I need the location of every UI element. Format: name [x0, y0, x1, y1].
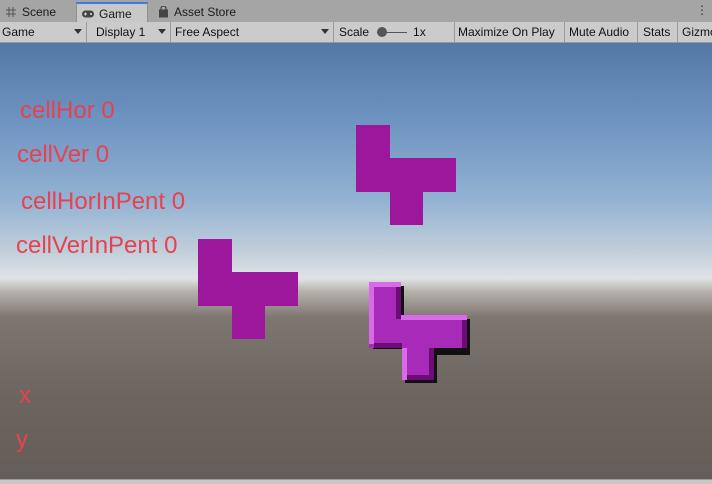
more-options-icon[interactable]: ⋮	[696, 3, 708, 17]
mute-audio-label: Mute Audio	[569, 25, 630, 39]
scale-label: Scale	[339, 25, 370, 39]
stats-toggle[interactable]: Stats	[638, 22, 678, 42]
tab-scene[interactable]: Scene	[0, 2, 76, 22]
display-select[interactable]: Display 1	[92, 22, 171, 42]
game-view-toolbar: Game Display 1 Free Aspect Scale 1x Maxi…	[0, 22, 712, 43]
cell-ver-text: cellVer 0	[17, 141, 110, 168]
pentomino-piece-left	[198, 239, 298, 339]
aspect-select-value: Free Aspect	[175, 25, 240, 39]
stats-label: Stats	[643, 25, 671, 39]
aspect-select[interactable]: Free Aspect	[171, 22, 334, 42]
gizmos-label: Gizmos	[682, 25, 712, 39]
display-select-value: Display 1	[96, 25, 146, 39]
gizmos-toggle[interactable]: Gizmos	[678, 22, 712, 42]
scale-slider-knob[interactable]	[377, 27, 388, 37]
store-bag-icon	[156, 6, 170, 18]
window-tab-strip: Scene Game Asset Store ⋮	[0, 0, 712, 23]
mute-audio-toggle[interactable]: Mute Audio	[565, 22, 638, 42]
chevron-down-icon	[158, 29, 166, 34]
maximize-on-play-toggle[interactable]: Maximize On Play	[455, 22, 565, 42]
tab-game[interactable]: Game	[76, 2, 148, 23]
tab-game-label: Game	[99, 6, 132, 21]
game-viewport[interactable]: cellHor 0 cellVer 0 cellHorInPent 0 cell…	[0, 43, 712, 479]
grid-icon	[4, 6, 18, 18]
cell-hor-text: cellHor 0	[20, 97, 115, 124]
scale-value: 1x	[413, 25, 426, 39]
maximize-on-play-label: Maximize On Play	[458, 25, 555, 39]
cell-hor-in-pent-text: cellHorInPent 0	[21, 188, 186, 215]
y-text: y	[16, 426, 28, 453]
view-select[interactable]: Game	[0, 22, 87, 42]
scale-slider[interactable]	[377, 27, 408, 37]
x-text: x	[19, 382, 31, 409]
view-select-value: Game	[2, 25, 35, 39]
pentomino-piece-beveled	[369, 282, 470, 383]
chevron-down-icon	[321, 29, 329, 34]
gamepad-icon	[81, 8, 95, 20]
bottom-border	[0, 479, 712, 484]
tab-asset-store[interactable]: Asset Store	[152, 2, 248, 22]
scale-control: Scale 1x	[334, 22, 455, 42]
chevron-down-icon	[74, 29, 82, 34]
tab-asset-store-label: Asset Store	[174, 5, 237, 19]
pentomino-piece-top	[356, 125, 456, 225]
cell-ver-in-pent-text: cellVerInPent 0	[16, 232, 178, 259]
tab-scene-label: Scene	[22, 5, 57, 19]
